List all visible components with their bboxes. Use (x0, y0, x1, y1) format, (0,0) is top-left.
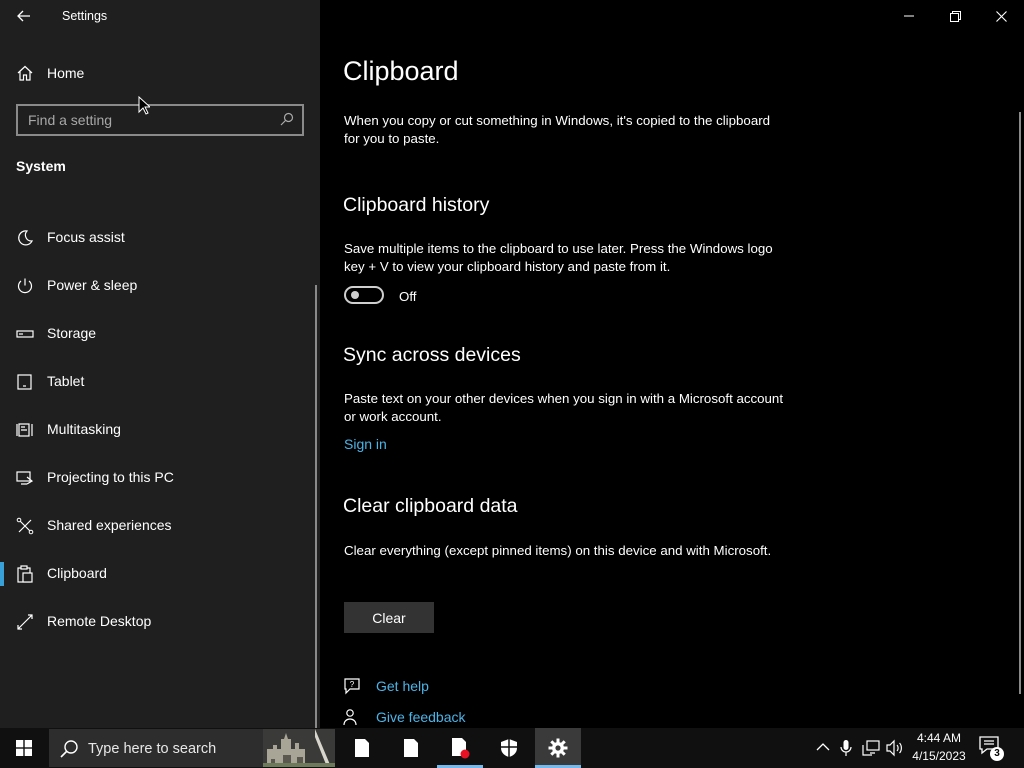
sidebar-item-label: Shared experiences (47, 517, 172, 533)
sidebar-item-label: Focus assist (47, 229, 125, 245)
clipboard-history-heading: Clipboard history (343, 194, 490, 216)
sidebar-item-tablet[interactable]: Tablet (0, 361, 318, 401)
search-icon (60, 740, 78, 758)
taskbar-search-placeholder: Type here to search (88, 741, 217, 757)
give-feedback-label: Give feedback (376, 709, 466, 725)
mouse-cursor-icon (138, 96, 150, 115)
sign-in-link[interactable]: Sign in (344, 436, 387, 452)
svg-text:?: ? (350, 680, 355, 689)
settings-sidebar: Settings Home Find a setting System Focu… (0, 0, 320, 728)
sidebar-item-clipboard[interactable]: Clipboard (0, 553, 318, 593)
taskbar-app-notepad-2[interactable] (388, 728, 434, 768)
get-help-label: Get help (376, 678, 429, 694)
shared-experiences-icon (16, 517, 34, 535)
sidebar-scrollbar[interactable] (315, 285, 317, 728)
document-icon (355, 739, 369, 757)
home-label: Home (47, 65, 85, 81)
power-icon (17, 278, 33, 294)
taskbar-app-settings[interactable] (535, 728, 581, 768)
shield-icon (501, 739, 517, 757)
sync-description: Paste text on your other devices when yo… (344, 391, 784, 424)
action-center-button[interactable]: 3 (978, 735, 1012, 765)
get-help-link[interactable]: ? Get help (343, 675, 543, 697)
app-title: Settings (62, 9, 108, 23)
sidebar-item-label: Projecting to this PC (47, 469, 174, 485)
find-setting-input[interactable]: Find a setting (16, 104, 304, 136)
sidebar-item-storage[interactable]: Storage (0, 313, 318, 353)
sidebar-item-home[interactable]: Home (0, 58, 320, 88)
storage-icon (16, 330, 34, 338)
main-scrollbar[interactable] (1019, 112, 1021, 694)
microphone-icon[interactable] (840, 739, 852, 757)
chevron-up-icon[interactable] (816, 742, 830, 752)
clipboard-history-toggle[interactable] (344, 286, 384, 304)
taskbar: Type here to search 3 (0, 728, 1024, 768)
page-title: Clipboard (343, 56, 459, 86)
feedback-icon (343, 709, 357, 726)
intro-text: When you copy or cut something in Window… (344, 113, 771, 146)
sidebar-item-label: Clipboard (47, 565, 107, 581)
clear-data-description: Clear everything (except pinned items) o… (344, 543, 772, 558)
sidebar-item-label: Tablet (47, 373, 85, 389)
search-highlight-image (263, 729, 335, 767)
projecting-icon (16, 471, 34, 485)
clipboard-history-description: Save multiple items to the clipboard to … (344, 241, 773, 274)
taskbar-app-notepad-1[interactable] (339, 728, 385, 768)
restore-button[interactable] (932, 0, 978, 32)
minimize-icon (904, 15, 914, 17)
minimize-button[interactable] (886, 0, 932, 32)
sidebar-item-power-sleep[interactable]: Power & sleep (0, 265, 318, 305)
toggle-state-label: Off (399, 289, 417, 304)
windows-logo-icon (16, 740, 32, 756)
tablet-icon (17, 374, 32, 390)
sidebar-item-projecting[interactable]: Projecting to this PC (0, 457, 318, 497)
taskbar-app-windows-security[interactable] (486, 728, 532, 768)
sidebar-item-label: Storage (47, 325, 97, 341)
give-feedback-link[interactable]: Give feedback (343, 706, 543, 728)
sync-heading: Sync across devices (343, 344, 521, 366)
gear-icon (548, 738, 568, 758)
sidebar-item-multitasking[interactable]: Multitasking (0, 409, 318, 449)
sidebar-item-shared-experiences[interactable]: Shared experiences (0, 505, 318, 545)
start-button[interactable] (0, 728, 48, 768)
clear-button[interactable]: Clear (344, 602, 434, 633)
toggle-knob (351, 291, 359, 299)
sidebar-item-label: Remote Desktop (47, 613, 152, 629)
taskbar-app-recording-document[interactable] (437, 728, 483, 768)
sidebar-item-label: Multitasking (47, 421, 121, 437)
document-icon (404, 739, 418, 757)
sidebar-item-remote-desktop[interactable]: Remote Desktop (0, 601, 318, 641)
document-record-icon (452, 738, 470, 759)
search-placeholder: Find a setting (28, 112, 113, 128)
restore-icon (949, 10, 961, 22)
clipboard-icon (17, 565, 33, 583)
clock-date[interactable]: 4/15/2023 (908, 749, 970, 763)
clear-data-heading: Clear clipboard data (343, 495, 518, 517)
clock-time[interactable]: 4:44 AM (908, 731, 970, 745)
sidebar-item-label: Power & sleep (47, 277, 138, 293)
remote-desktop-icon (17, 614, 33, 630)
sidebar-item-focus-assist[interactable]: Focus assist (0, 217, 318, 257)
speaker-icon[interactable] (886, 739, 904, 757)
taskbar-search-box[interactable]: Type here to search (49, 729, 335, 767)
help-chat-icon: ? (344, 678, 360, 695)
moon-icon (18, 230, 34, 246)
selection-indicator (0, 562, 4, 586)
close-icon (995, 10, 1007, 22)
search-icon (280, 112, 294, 126)
network-icon[interactable] (862, 739, 880, 757)
close-button[interactable] (978, 0, 1024, 32)
multitasking-icon (16, 423, 33, 437)
notification-count-badge: 3 (990, 747, 1004, 761)
home-icon (17, 65, 33, 81)
back-arrow-icon (17, 10, 30, 22)
back-button[interactable] (10, 4, 38, 28)
section-label-system: System (16, 158, 66, 174)
